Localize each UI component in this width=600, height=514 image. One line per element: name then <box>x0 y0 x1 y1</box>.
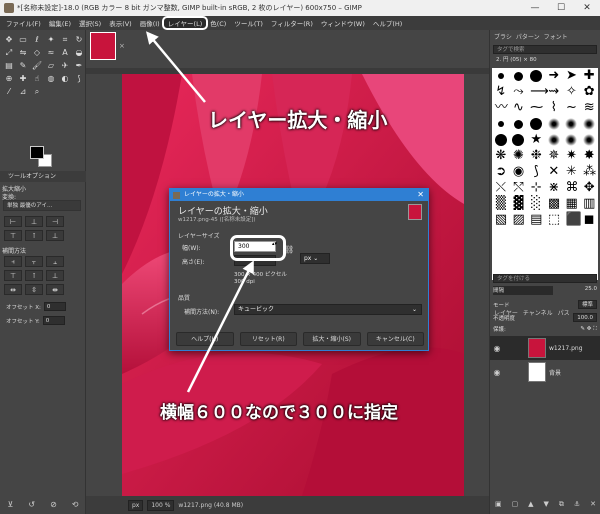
annotation-arrows <box>145 31 254 393</box>
width-callout: 横幅６００なので３００に指定 <box>160 403 398 423</box>
menu-callout: レイヤー拡大・縮小 <box>208 108 388 132</box>
menu-arrow <box>145 31 206 103</box>
gimp-window: *[名称未設定]-18.0 (RGB カラー 8 bit ガンマ整数, GIMP… <box>0 0 600 514</box>
width-arrow <box>186 260 254 393</box>
